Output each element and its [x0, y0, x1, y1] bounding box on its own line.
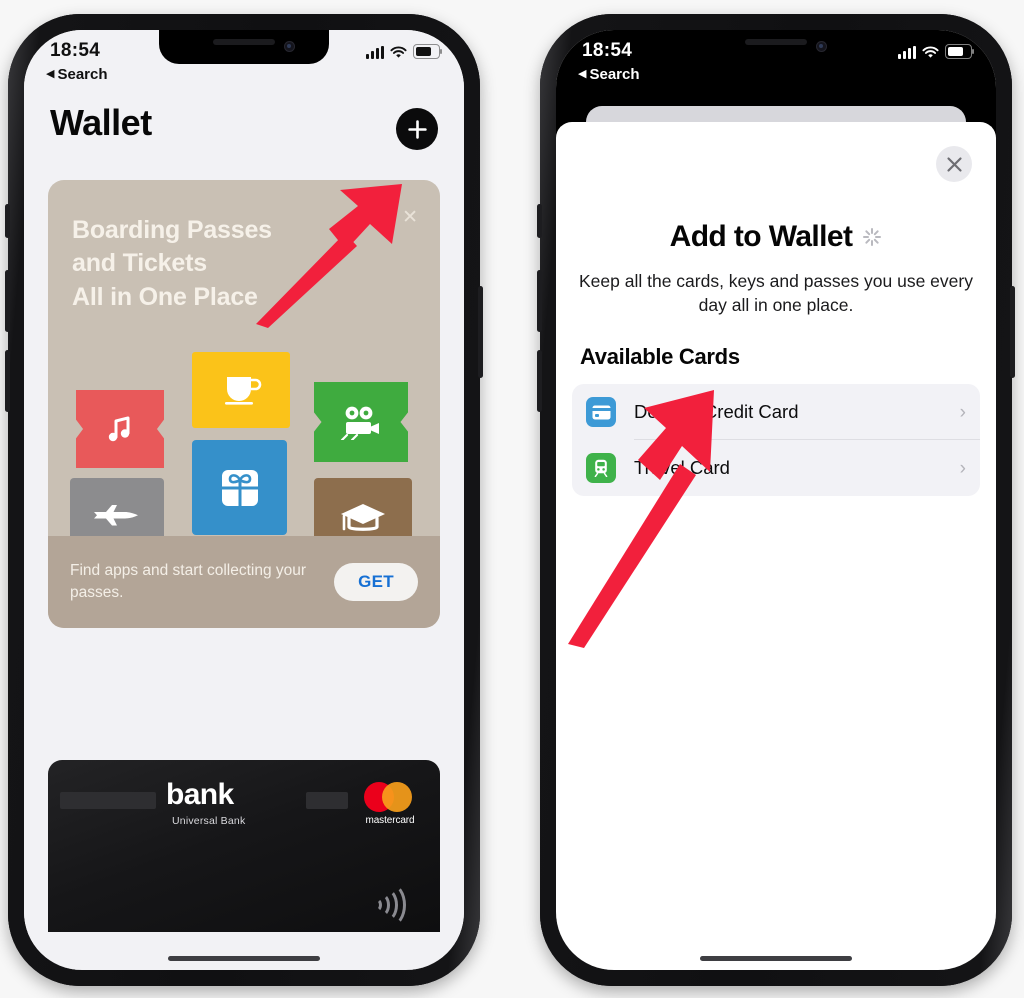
- close-sheet-button[interactable]: [936, 146, 972, 182]
- debit-or-credit-card-row[interactable]: Debit or Credit Card ›: [572, 384, 980, 440]
- graduation-cap-icon: [341, 504, 385, 531]
- bank-card-sub-brand: Universal Bank: [172, 815, 246, 827]
- status-indicators: [366, 44, 442, 59]
- back-to-search-link[interactable]: ◀ Search: [46, 66, 108, 83]
- airplane-icon: [94, 505, 138, 526]
- volume-down-button[interactable]: [5, 350, 10, 412]
- notch-right: [691, 30, 861, 64]
- screen-right: 18:54 ◀ Search Add to Wallet Keep all th…: [556, 30, 996, 970]
- promo-heading: Boarding Passes and Tickets All in One P…: [72, 214, 382, 314]
- add-to-wallet-screen: 18:54 ◀ Search Add to Wallet Keep all th…: [556, 30, 996, 970]
- promo-footer: Find apps and start collecting your pass…: [48, 536, 440, 628]
- status-time: 18:54: [582, 40, 633, 61]
- home-area-left: [24, 932, 464, 970]
- movie-ticket-tile: [314, 382, 408, 462]
- back-label: Search: [589, 66, 640, 83]
- back-label: Search: [57, 66, 108, 83]
- card-redaction-strip-left: [60, 792, 156, 809]
- front-camera-icon: [284, 41, 295, 52]
- battery-icon: [413, 44, 442, 59]
- credit-card-icon: [586, 397, 616, 427]
- mastercard-wordmark: mastercard: [365, 815, 415, 826]
- back-to-search-link[interactable]: ◀ Search: [578, 66, 640, 83]
- volume-up-button[interactable]: [537, 270, 542, 332]
- bank-card-brand: bank: [166, 778, 234, 811]
- gift-card-tile: [192, 440, 287, 535]
- close-x-icon: [946, 156, 962, 172]
- wifi-icon: [922, 46, 939, 59]
- mastercard-yellow-circle: [382, 782, 412, 812]
- gift-box-icon: [221, 469, 258, 506]
- camera-glint: [819, 44, 823, 48]
- volume-down-button[interactable]: [537, 350, 542, 412]
- wallet-app: 18:54 ◀ Search Wallet ✕ Boarding Passes …: [24, 30, 464, 970]
- nfc-contactless-icon: [372, 882, 406, 927]
- promo-heading-line-1: Boarding Passes: [72, 216, 272, 244]
- triangle-left-icon: ◀: [46, 68, 55, 80]
- screenshot-stage: 18:54 ◀ Search Wallet ✕ Boarding Passes …: [0, 0, 1024, 998]
- status-indicators: [898, 44, 974, 59]
- add-to-wallet-sheet: Add to Wallet Keep all the cards, keys a…: [556, 122, 996, 970]
- camera-glint: [287, 44, 291, 48]
- mute-switch[interactable]: [5, 204, 10, 238]
- promo-tile-grid: [48, 350, 440, 558]
- mute-switch[interactable]: [537, 204, 542, 238]
- music-ticket-tile: [76, 390, 164, 468]
- promo-heading-line-2: and Tickets: [72, 249, 207, 278]
- plus-icon: [407, 119, 427, 139]
- wifi-icon: [390, 46, 407, 59]
- train-icon: [586, 453, 616, 483]
- add-pass-button[interactable]: [396, 108, 438, 150]
- row-label: Debit or Credit Card: [634, 401, 799, 422]
- sheet-subtitle: Keep all the cards, keys and passes you …: [579, 271, 973, 315]
- row-label: Travel Card: [634, 457, 730, 478]
- sheet-title-row: Add to Wallet: [556, 220, 996, 254]
- earpiece-speaker: [213, 39, 275, 45]
- film-camera-icon: [340, 406, 379, 440]
- front-camera-icon: [816, 41, 827, 52]
- coffee-tile: [192, 352, 290, 428]
- power-button[interactable]: [478, 286, 483, 378]
- get-button[interactable]: GET: [334, 563, 418, 601]
- phone-left: 18:54 ◀ Search Wallet ✕ Boarding Passes …: [5, 14, 483, 986]
- chevron-right-icon: ›: [959, 401, 966, 423]
- triangle-left-icon: ◀: [578, 68, 587, 80]
- promo-heading-line-3: All in One Place: [72, 282, 258, 311]
- home-indicator[interactable]: [168, 956, 320, 961]
- wallet-header: Wallet: [24, 94, 464, 172]
- chevron-right-icon: ›: [959, 457, 966, 479]
- music-note-icon: [108, 416, 130, 442]
- power-button[interactable]: [1010, 286, 1015, 378]
- card-redaction-strip-right: [306, 792, 348, 809]
- page-title: Wallet: [50, 102, 152, 143]
- mastercard-logo: mastercard: [358, 782, 422, 826]
- phone-right: 18:54 ◀ Search Add to Wallet Keep all th…: [537, 14, 1015, 986]
- available-cards-list: Debit or Credit Card › Travel Card ›: [572, 384, 980, 496]
- mastercard-circles: [358, 782, 422, 812]
- volume-up-button[interactable]: [5, 270, 10, 332]
- home-indicator[interactable]: [700, 956, 852, 961]
- available-cards-heading: Available Cards: [580, 344, 740, 369]
- earpiece-speaker: [745, 39, 807, 45]
- screen-left: 18:54 ◀ Search Wallet ✕ Boarding Passes …: [24, 30, 464, 970]
- coffee-cup-icon: [225, 377, 262, 405]
- activity-spinner-icon: [862, 227, 882, 247]
- promo-footer-text: Find apps and start collecting your pass…: [70, 562, 307, 601]
- cellular-signal-icon: [898, 46, 916, 59]
- battery-icon: [945, 44, 974, 59]
- sheet-title: Add to Wallet: [669, 220, 853, 253]
- notch-left: [159, 30, 329, 64]
- status-time: 18:54: [50, 40, 101, 61]
- promo-card[interactable]: ✕ Boarding Passes and Tickets All in One…: [48, 180, 440, 628]
- travel-card-row[interactable]: Travel Card ›: [572, 440, 980, 496]
- cellular-signal-icon: [366, 46, 384, 59]
- close-x-icon[interactable]: ✕: [402, 208, 418, 227]
